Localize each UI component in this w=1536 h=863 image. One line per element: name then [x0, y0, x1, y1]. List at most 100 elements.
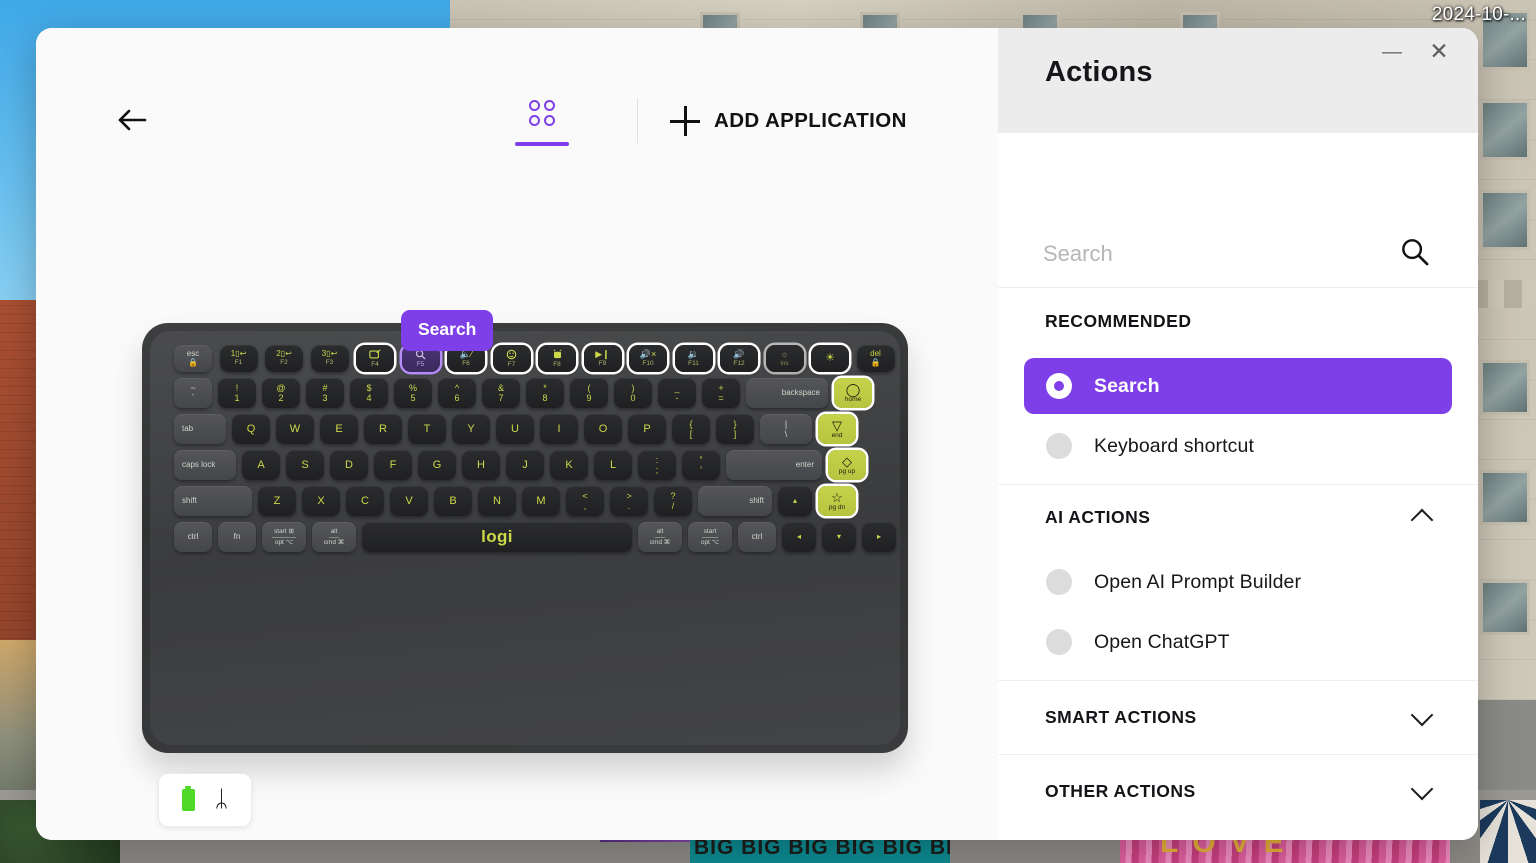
- key-bracket-left[interactable]: {[: [672, 414, 710, 444]
- key-comma[interactable]: <,: [566, 486, 604, 516]
- key-l[interactable]: L: [594, 450, 632, 480]
- key-period[interactable]: >.: [610, 486, 648, 516]
- key-shift-left[interactable]: shift: [174, 486, 252, 516]
- section-header-ai-actions[interactable]: AI ACTIONS: [998, 484, 1478, 550]
- key-t[interactable]: T: [408, 414, 446, 444]
- key-5[interactable]: % 5: [394, 378, 432, 408]
- key-arrow-left[interactable]: ◂: [782, 522, 816, 552]
- key-7[interactable]: & 7: [482, 378, 520, 408]
- key-f4-dictate[interactable]: F4: [356, 345, 394, 372]
- key-w[interactable]: W: [276, 414, 314, 444]
- key-v[interactable]: V: [390, 486, 428, 516]
- minimize-button[interactable]: —: [1378, 38, 1406, 66]
- action-item-open-chatgpt[interactable]: Open ChatGPT: [1024, 614, 1452, 670]
- key-arrow-up[interactable]: ▴: [778, 486, 812, 516]
- key-alt-cmd-right[interactable]: alt cmd ⌘: [638, 522, 682, 552]
- action-item-open-ai-prompt-builder[interactable]: Open AI Prompt Builder: [1024, 554, 1452, 610]
- back-button[interactable]: [112, 100, 152, 140]
- key-z[interactable]: Z: [258, 486, 296, 516]
- key-3[interactable]: #3: [306, 378, 344, 408]
- key-home[interactable]: ◯ home: [834, 378, 872, 408]
- key-k[interactable]: K: [550, 450, 588, 480]
- key-f10-mute[interactable]: 🔊× F10: [629, 345, 667, 372]
- section-header-smart-actions[interactable]: SMART ACTIONS: [998, 680, 1478, 754]
- key-x[interactable]: X: [302, 486, 340, 516]
- key-arrow-right[interactable]: ▸: [862, 522, 896, 552]
- key-f9-play-pause[interactable]: ▶❙ F9: [583, 345, 622, 372]
- keyboard-device[interactable]: esc 🔒 1▯↩ F1 2▯↩ F2 3▯↩ F3 F4 F5 🔈⁄ F6 F…: [142, 323, 908, 753]
- device-status-chip[interactable]: ᛦ: [158, 773, 252, 827]
- key-semicolon[interactable]: :;: [638, 450, 676, 480]
- key-u[interactable]: U: [496, 414, 534, 444]
- key-h[interactable]: H: [462, 450, 500, 480]
- key-shift-right[interactable]: shift: [698, 486, 772, 516]
- key-page-up[interactable]: ◇ pg up: [828, 450, 866, 480]
- key-f11-volume-down[interactable]: 🔉 F11: [674, 345, 713, 372]
- action-item-search[interactable]: Search: [1024, 358, 1452, 414]
- key-backslash[interactable]: | \: [760, 414, 812, 444]
- key-e[interactable]: E: [320, 414, 358, 444]
- key-n[interactable]: N: [478, 486, 516, 516]
- key-i[interactable]: I: [540, 414, 578, 444]
- key-brightness-down[interactable]: ☼ ins: [765, 345, 804, 372]
- key-enter[interactable]: enter: [726, 450, 822, 480]
- key-backspace[interactable]: backspace: [746, 378, 828, 408]
- key-f2[interactable]: 2▯↩ F2: [265, 345, 303, 372]
- key-d[interactable]: D: [330, 450, 368, 480]
- key-m[interactable]: M: [522, 486, 560, 516]
- key-del[interactable]: del 🔒: [856, 345, 895, 372]
- plus-icon: [670, 106, 700, 136]
- key-g[interactable]: G: [418, 450, 456, 480]
- close-button[interactable]: ✕: [1424, 36, 1454, 66]
- key-tab[interactable]: tab: [174, 414, 226, 444]
- key-backtick[interactable]: ~ `: [174, 378, 212, 408]
- key-a[interactable]: A: [242, 450, 280, 480]
- add-application-button[interactable]: ADD APPLICATION: [670, 106, 907, 136]
- key-fn[interactable]: fn: [218, 522, 256, 552]
- key-q[interactable]: Q: [232, 414, 270, 444]
- key-quote[interactable]: ”’: [682, 450, 720, 480]
- section-header-other-actions[interactable]: OTHER ACTIONS: [998, 754, 1478, 828]
- key-f8-snip[interactable]: F8: [538, 345, 576, 372]
- key-2[interactable]: @2: [262, 378, 300, 408]
- key-brightness-up[interactable]: ☀: [811, 345, 849, 372]
- key-ctrl-left[interactable]: ctrl: [174, 522, 212, 552]
- key-ctrl-right[interactable]: ctrl: [738, 522, 776, 552]
- key-p[interactable]: P: [628, 414, 666, 444]
- key-end[interactable]: ▽ end: [818, 414, 856, 444]
- key-8[interactable]: * 8: [526, 378, 564, 408]
- key-start-opt-right[interactable]: start opt ⌥: [688, 522, 732, 552]
- key-bracket-right[interactable]: }]: [716, 414, 754, 444]
- key-0[interactable]: ) 0: [614, 378, 652, 408]
- key-9[interactable]: (9: [570, 378, 608, 408]
- key-space[interactable]: logi: [362, 522, 632, 552]
- key-1[interactable]: ! 1: [218, 378, 256, 408]
- key-esc[interactable]: esc 🔒: [174, 345, 212, 372]
- key-f7-emoji[interactable]: F7: [492, 345, 531, 372]
- key-f[interactable]: F: [374, 450, 412, 480]
- key-page-down[interactable]: ☆ pg dn: [818, 486, 856, 516]
- key-slash[interactable]: ? /: [654, 486, 692, 516]
- key-6[interactable]: ^ 6: [438, 378, 476, 408]
- key-equals[interactable]: + =: [702, 378, 740, 408]
- key-caps-lock[interactable]: caps lock: [174, 450, 236, 480]
- key-start-opt-left[interactable]: start ⊞ opt ⌥: [262, 522, 306, 552]
- key-minus[interactable]: _ -: [658, 378, 696, 408]
- key-alt-cmd-left[interactable]: alt cmd ⌘: [312, 522, 356, 552]
- key-f3[interactable]: 3▯↩ F3: [310, 345, 349, 372]
- key-j[interactable]: J: [506, 450, 544, 480]
- key-r[interactable]: R: [364, 414, 402, 444]
- key-o[interactable]: O: [584, 414, 622, 444]
- search-icon[interactable]: [1400, 237, 1430, 267]
- key-4[interactable]: $4: [350, 378, 388, 408]
- background-building-window: [1480, 580, 1530, 635]
- key-f12-volume-up[interactable]: 🔊 F12: [720, 345, 758, 372]
- key-f1[interactable]: 1▯↩ F1: [219, 345, 258, 372]
- key-b[interactable]: B: [434, 486, 472, 516]
- key-y[interactable]: Y: [452, 414, 490, 444]
- key-c[interactable]: C: [346, 486, 384, 516]
- key-s[interactable]: S: [286, 450, 324, 480]
- key-arrow-down[interactable]: ▾: [822, 522, 856, 552]
- search-input[interactable]: [1043, 241, 1373, 267]
- action-item-keyboard-shortcut[interactable]: Keyboard shortcut: [1024, 418, 1452, 474]
